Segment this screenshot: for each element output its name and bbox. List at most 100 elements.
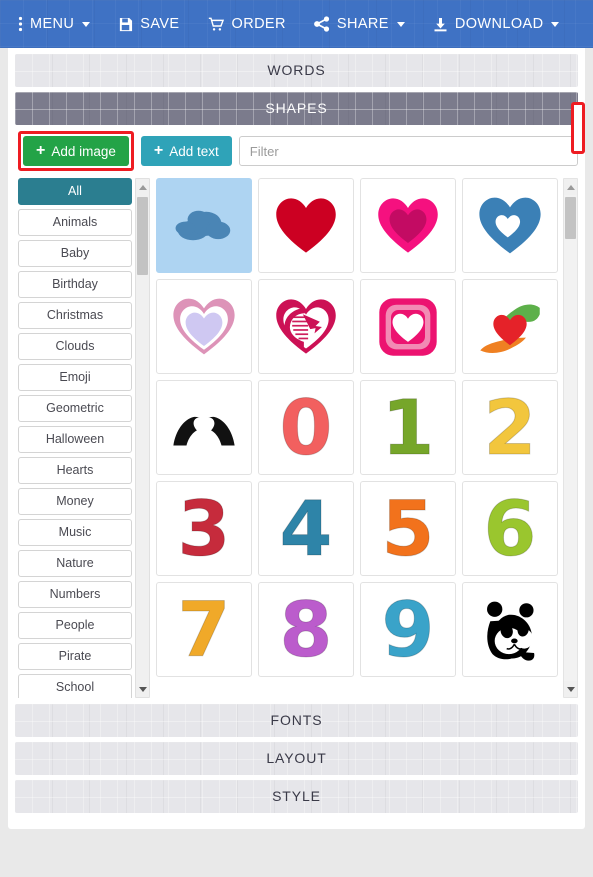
chevron-down-icon bbox=[396, 21, 405, 27]
category-label: Pirate bbox=[58, 649, 92, 663]
category-item-all[interactable]: All bbox=[18, 178, 132, 205]
category-label: Baby bbox=[60, 246, 90, 260]
shape-tile-digit-three[interactable]: 3 bbox=[156, 481, 252, 576]
bottom-sections: FONTS LAYOUT STYLE bbox=[15, 698, 578, 813]
category-item-emoji[interactable]: Emoji bbox=[18, 364, 132, 391]
shape-grid-wrap: 012 3456 789 bbox=[156, 178, 578, 698]
shape-tile-heart-outline-lavender[interactable] bbox=[156, 279, 252, 374]
shape-tile-digit-six[interactable]: 6 bbox=[462, 481, 558, 576]
section-layout[interactable]: LAYOUT bbox=[15, 742, 578, 775]
filter-input[interactable] bbox=[238, 136, 578, 166]
section-words-label: WORDS bbox=[267, 62, 326, 78]
menu-button[interactable]: MENU bbox=[18, 16, 91, 32]
add-image-button[interactable]: + Add image bbox=[23, 136, 129, 166]
category-label: Clouds bbox=[55, 339, 95, 353]
shape-tile-digit-zero[interactable]: 0 bbox=[258, 380, 354, 475]
category-item-music[interactable]: Music bbox=[18, 519, 132, 546]
download-arrow-icon bbox=[433, 17, 448, 32]
section-fonts[interactable]: FONTS bbox=[15, 704, 578, 737]
share-button[interactable]: SHARE bbox=[313, 16, 405, 32]
category-label: Birthday bbox=[52, 277, 98, 291]
category-item-numbers[interactable]: Numbers bbox=[18, 581, 132, 608]
shape-tile-heart-swirl-crimson[interactable] bbox=[258, 279, 354, 374]
top-toolbar: MENU SAVE ORDER SHARE DOWNLOAD bbox=[0, 0, 593, 48]
scroll-up-icon[interactable] bbox=[136, 179, 149, 195]
shape-tile-heart-blue-cutout[interactable] bbox=[462, 178, 558, 273]
section-fonts-label: FONTS bbox=[270, 712, 323, 728]
download-label: DOWNLOAD bbox=[454, 16, 544, 32]
plus-icon: + bbox=[153, 142, 164, 159]
shape-browser: All Animals Baby Birthday Christmas Clouds Emo… bbox=[15, 178, 578, 698]
category-label: Money bbox=[56, 494, 94, 508]
category-item-nature[interactable]: Nature bbox=[18, 550, 132, 577]
save-label: SAVE bbox=[140, 16, 180, 32]
category-label: Hearts bbox=[56, 463, 94, 477]
add-text-label: Add text bbox=[169, 143, 219, 159]
category-scrollbar[interactable] bbox=[135, 178, 150, 698]
category-label: Halloween bbox=[45, 432, 105, 446]
shape-tile-digit-five[interactable]: 5 bbox=[360, 481, 456, 576]
shopping-cart-icon bbox=[208, 17, 225, 32]
add-image-highlight: + Add image bbox=[18, 131, 134, 171]
save-button[interactable]: SAVE bbox=[118, 16, 179, 32]
shape-tile-digit-nine[interactable]: 9 bbox=[360, 582, 456, 677]
share-label: SHARE bbox=[336, 16, 389, 32]
share-nodes-icon bbox=[313, 16, 330, 32]
section-shapes[interactable]: SHAPES bbox=[15, 92, 578, 125]
category-item-clouds[interactable]: Clouds bbox=[18, 333, 132, 360]
chevron-down-icon bbox=[82, 21, 91, 27]
shape-tile-digit-seven[interactable]: 7 bbox=[156, 582, 252, 677]
section-style[interactable]: STYLE bbox=[15, 780, 578, 813]
shape-tile-hands-heart-silhouette[interactable] bbox=[156, 380, 252, 475]
category-item-pirate[interactable]: Pirate bbox=[18, 643, 132, 670]
category-scroll-thumb[interactable] bbox=[137, 197, 148, 275]
scroll-down-icon[interactable] bbox=[136, 681, 149, 697]
category-item-birthday[interactable]: Birthday bbox=[18, 271, 132, 298]
section-words[interactable]: WORDS bbox=[15, 54, 578, 87]
category-list[interactable]: All Animals Baby Birthday Christmas Clouds Emo… bbox=[18, 178, 132, 698]
offscreen-highlight-card bbox=[571, 102, 585, 154]
category-label: Music bbox=[58, 525, 92, 539]
shape-actions-row: + Add image + Add text bbox=[15, 131, 578, 171]
category-item-animals[interactable]: Animals bbox=[18, 209, 132, 236]
category-label: Nature bbox=[56, 556, 94, 570]
category-item-money[interactable]: Money bbox=[18, 488, 132, 515]
category-sidebar: All Animals Baby Birthday Christmas Clouds Emo… bbox=[18, 178, 150, 698]
menu-label: MENU bbox=[30, 16, 75, 32]
category-item-christmas[interactable]: Christmas bbox=[18, 302, 132, 329]
section-layout-label: LAYOUT bbox=[266, 750, 327, 766]
shape-tile-digit-one[interactable]: 1 bbox=[360, 380, 456, 475]
category-item-people[interactable]: People bbox=[18, 612, 132, 639]
category-item-baby[interactable]: Baby bbox=[18, 240, 132, 267]
category-label: School bbox=[55, 680, 95, 694]
chevron-down-icon bbox=[551, 21, 560, 27]
category-item-hearts[interactable]: Hearts bbox=[18, 457, 132, 484]
plus-icon: + bbox=[36, 142, 46, 159]
category-label: Christmas bbox=[46, 308, 104, 322]
shape-tile-cloud[interactable] bbox=[156, 178, 252, 273]
category-item-school[interactable]: School bbox=[18, 674, 132, 698]
category-label: All bbox=[68, 184, 82, 198]
shape-tile-heart-solid-red[interactable] bbox=[258, 178, 354, 273]
section-shapes-label: SHAPES bbox=[265, 100, 328, 116]
add-image-label: Add image bbox=[51, 143, 116, 159]
shape-tile-heart-double-pink[interactable] bbox=[360, 178, 456, 273]
vertical-dots-icon bbox=[18, 16, 23, 32]
shape-tile-digit-two[interactable]: 2 bbox=[462, 380, 558, 475]
category-label: Emoji bbox=[59, 370, 91, 384]
order-button[interactable]: ORDER bbox=[208, 16, 286, 32]
shape-tile-digit-four[interactable]: 4 bbox=[258, 481, 354, 576]
shape-tile-heart-square-frame[interactable] bbox=[360, 279, 456, 374]
category-label: Geometric bbox=[46, 401, 104, 415]
download-button[interactable]: DOWNLOAD bbox=[433, 16, 560, 32]
shape-tile-hands-holding-heart[interactable] bbox=[462, 279, 558, 374]
shape-tile-panda-logo[interactable] bbox=[462, 582, 558, 677]
category-item-geometric[interactable]: Geometric bbox=[18, 395, 132, 422]
right-edge-strip bbox=[571, 96, 585, 877]
floppy-disk-icon bbox=[118, 17, 133, 32]
editor-panel: WORDS SHAPES + Add image + Add text AllA… bbox=[8, 48, 585, 829]
order-label: ORDER bbox=[231, 16, 286, 32]
category-item-halloween[interactable]: Halloween bbox=[18, 426, 132, 453]
shape-tile-digit-eight[interactable]: 8 bbox=[258, 582, 354, 677]
add-text-button[interactable]: + Add text bbox=[140, 136, 232, 166]
